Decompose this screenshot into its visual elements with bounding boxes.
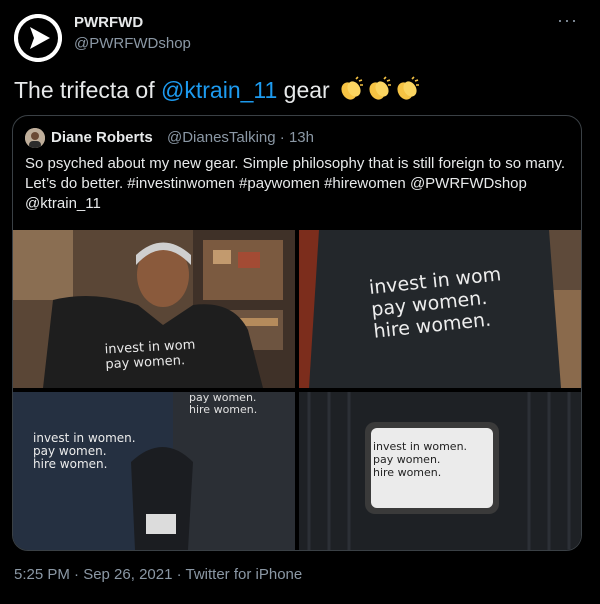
tweet-timestamp[interactable]: 5:25 PM · Sep 26, 2021 · Twitter for iPh… — [14, 566, 302, 583]
author-handle[interactable]: @PWRFWDshop — [74, 35, 191, 52]
more-options-icon[interactable]: ··· — [557, 10, 578, 31]
shirt-text-line: hire women. — [33, 457, 108, 471]
author-name[interactable]: PWRFWD — [74, 14, 143, 31]
patch-text-line: invest in women. — [373, 440, 468, 453]
clapping-hands-icon — [369, 76, 392, 100]
photo-2[interactable]: invest in wom pay women. hire women. — [299, 230, 581, 388]
photo-3[interactable]: pay women. hire women. invest in women. … — [13, 392, 295, 550]
quoted-author-name[interactable]: Diane Roberts — [51, 129, 153, 146]
quoted-tweet[interactable]: Diane Roberts @DianesTalking · 13h So ps… — [12, 115, 582, 551]
photo-1[interactable]: invest in wom pay women. — [13, 230, 295, 388]
photo-grid: invest in wom pay women. invest in wom p… — [13, 230, 581, 550]
patch-text-line: pay women. — [373, 453, 441, 466]
tweet-text: The trifecta of @ktrain_11 gear — [14, 76, 586, 104]
quoted-tweet-text: So psyched about my new gear. Simple phi… — [25, 155, 566, 212]
photo-4[interactable]: invest in women. pay women. hire women. — [299, 392, 581, 550]
clapping-hands-icon — [341, 76, 364, 100]
pwrfwd-logo-icon — [14, 14, 62, 62]
person-avatar-icon — [25, 128, 45, 148]
clapping-hands-icon — [397, 76, 420, 100]
shirt-text-line: hire women. — [189, 403, 258, 416]
mention-link[interactable]: @ktrain_11 — [161, 77, 277, 103]
quoted-author-meta[interactable]: @DianesTalking · 13h — [167, 129, 314, 146]
tweet-text-before: The trifecta of — [14, 77, 162, 103]
avatar[interactable] — [14, 14, 62, 62]
patch-text-line: hire women. — [373, 466, 442, 479]
quoted-avatar[interactable] — [25, 128, 45, 148]
tweet-text-after: gear — [277, 77, 330, 103]
